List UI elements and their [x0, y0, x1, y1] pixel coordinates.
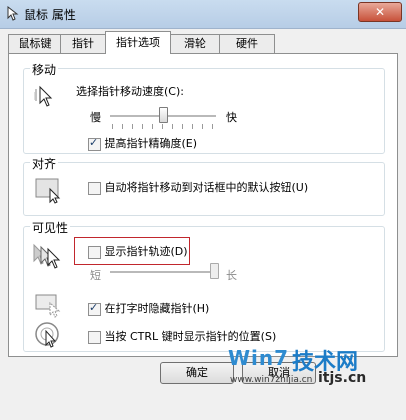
- watermark-url: www.win7zhijia.cn: [230, 375, 313, 385]
- watermark: Win7 技术网 www.win7zhijia.cn itjs.cn: [228, 344, 404, 392]
- speed-slider-thumb[interactable]: [159, 107, 168, 123]
- locate-pointer-icon: [35, 322, 59, 348]
- ctrl-checkbox[interactable]: [88, 330, 101, 344]
- watermark-logo: Win7: [228, 346, 290, 370]
- snap-group: 对齐 自动将指针移动到对话框中的默认按钮(U): [23, 155, 385, 216]
- snap-checkbox[interactable]: [88, 181, 101, 195]
- snap-heading: 对齐: [30, 155, 59, 172]
- motion-heading: 移动: [30, 61, 59, 78]
- tab-hardware[interactable]: 硬件: [219, 34, 275, 53]
- precision-checkbox[interactable]: [88, 136, 101, 151]
- watermark-url2: itjs.cn: [318, 370, 367, 386]
- ctrl-label: 当按 CTRL 键时显示指针的位置(S): [104, 330, 277, 343]
- trails-highlight-box: [74, 237, 190, 265]
- hide-label: 在打字时隐藏指针(H): [104, 302, 210, 315]
- hide-pointer-icon: [35, 294, 61, 318]
- motion-group: 移动 选择指针移动速度(C): 慢 快 提高指针精确度(E): [23, 61, 385, 154]
- fast-label: 快: [226, 111, 237, 124]
- window-title: 鼠标 属性: [24, 8, 76, 22]
- mouse-icon: [7, 6, 19, 21]
- ctrl-option[interactable]: 当按 CTRL 键时显示指针的位置(S): [88, 328, 276, 344]
- precision-option[interactable]: 提高指针精确度(E): [88, 135, 197, 151]
- ok-button[interactable]: 确定: [160, 362, 234, 384]
- tab-wheel[interactable]: 滑轮: [169, 34, 221, 53]
- pointer-speed-icon: [34, 85, 53, 107]
- hide-checkbox[interactable]: [88, 301, 101, 316]
- speed-label: 选择指针移动速度(C):: [76, 85, 184, 98]
- tab-buttons[interactable]: 鼠标键: [8, 34, 62, 53]
- short-label: 短: [90, 269, 101, 282]
- slow-label: 慢: [90, 111, 101, 124]
- tab-pointers[interactable]: 指针: [60, 34, 106, 53]
- precision-label: 提高指针精确度(E): [104, 137, 198, 150]
- snap-icon: [35, 178, 61, 204]
- pointer-options-panel: 移动 选择指针移动速度(C): 慢 快 提高指针精确度(E) 对齐 自动将指针移…: [8, 53, 398, 357]
- hide-option[interactable]: 在打字时隐藏指针(H): [88, 300, 209, 316]
- close-button[interactable]: ✕: [358, 2, 402, 22]
- tab-pointer-options[interactable]: 指针选项: [105, 31, 171, 54]
- speed-slider-ticks: [112, 124, 214, 129]
- snap-option[interactable]: 自动将指针移动到对话框中的默认按钮(U): [88, 179, 308, 195]
- long-label: 长: [226, 269, 237, 282]
- trail-slider-thumb: [210, 263, 219, 279]
- title-bar: 鼠标 属性 ✕: [0, 0, 406, 29]
- snap-label: 自动将指针移动到对话框中的默认按钮(U): [104, 181, 309, 194]
- trail-slider-track: [110, 271, 214, 274]
- trails-icon: [33, 243, 61, 269]
- visibility-heading: 可见性: [30, 219, 71, 236]
